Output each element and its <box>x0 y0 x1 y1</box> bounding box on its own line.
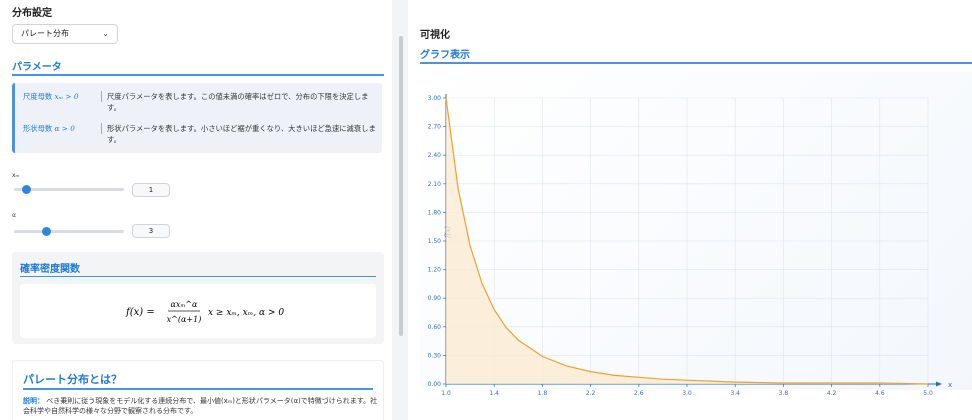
pdf-formula: f(x) = αxₘ^α x^(α+1) x ≥ xₘ, xₘ, α > 0 <box>125 300 284 324</box>
x-tick-label: 5.0 <box>923 390 933 397</box>
x-axis-label: x <box>948 381 952 389</box>
section-title-settings: 分布設定 <box>12 8 52 19</box>
x-tick-label: 3.0 <box>682 390 692 397</box>
about-card: パレート分布とは？ 説明： べき乗則に従う現象をモデル化する連続分布で、最小値(… <box>12 360 384 420</box>
x-tick-label: 3.4 <box>730 390 740 397</box>
formula-numerator: αxₘ^α <box>171 300 199 309</box>
x-tick-label: 1.4 <box>489 390 499 397</box>
about-desc-label: 説明： <box>23 397 44 405</box>
input-xm[interactable]: 1 <box>132 183 170 197</box>
y-tick-label: 2.10 <box>428 181 442 188</box>
param-math-shape: α > 0 <box>54 124 75 133</box>
visualization-panel: 可視化 グラフ表示 1.0 1.4 1.8 2.2 2.6 3.0 3.4 3.8 4.2 4.6… <box>408 0 972 420</box>
x-tick-label: 4.6 <box>875 390 885 397</box>
slider-label-xm: xₘ <box>12 172 20 179</box>
formula-condition: x ≥ xₘ, xₘ, α > 0 <box>208 308 284 318</box>
settings-panel: 分布設定 パレート分布 ⌄ パラメータ 尺度母数 xₘ > 0 尺度パラメータを… <box>0 0 392 420</box>
x-tick-label: 2.6 <box>634 390 644 397</box>
slider-alpha[interactable] <box>14 227 124 236</box>
slider-thumb-alpha[interactable] <box>42 227 51 236</box>
y-tick-label: 0.30 <box>428 352 442 359</box>
formula-lhs: f(x) = <box>125 307 155 318</box>
about-desc-text: べき乗則に従う現象をモデル化する連続分布で、最小値(xₘ)と形状パラメータ(α)… <box>23 397 378 415</box>
param-desc-shape: 形状パラメータを表します。小さいほど裾が重くなり、大きいほど急速に減衰します。 <box>107 124 376 144</box>
slider-label-alpha: α <box>12 212 16 219</box>
about-divider <box>23 388 373 390</box>
y-tick-label: 0.00 <box>428 381 442 388</box>
params-heading: パラメータ <box>12 62 62 73</box>
distribution-select-value: パレート分布 <box>21 29 69 38</box>
slider-thumb-xm[interactable] <box>22 185 31 194</box>
param-math-scale: xₘ > 0 <box>54 92 79 101</box>
params-divider <box>12 74 384 76</box>
pdf-chart: 1.0 1.4 1.8 2.2 2.6 3.0 3.4 3.8 4.2 4.6 5.0 0.00 0.3… <box>428 94 952 397</box>
y-tick-label: 1.80 <box>428 209 442 216</box>
x-tick-label: 1.0 <box>441 390 451 397</box>
y-tick-label: 0.90 <box>428 295 442 302</box>
y-tick-label: 2.40 <box>428 152 442 159</box>
formula-denominator: x^(α+1) <box>167 315 202 324</box>
distribution-select[interactable]: パレート分布 ⌄ <box>12 24 118 44</box>
pdf-heading: 確率密度関数 <box>20 264 80 275</box>
pdf-card: 確率密度関数 f(x) = αxₘ^α x^(α+1) x ≥ xₘ, xₘ, … <box>12 252 384 344</box>
y-tick-label: 2.70 <box>428 124 442 131</box>
y-tick-label: 3.00 <box>428 95 442 102</box>
y-tick-label: 1.50 <box>428 238 442 245</box>
x-tick-label: 3.8 <box>779 390 789 397</box>
param-desc-scale: 尺度パラメータを表します。この値未満の確率はゼロで、分布の下限を決定します。 <box>107 92 369 112</box>
chevron-down-icon: ⌄ <box>102 29 109 38</box>
x-tick-label: 4.2 <box>827 390 837 397</box>
pdf-formula-box: f(x) = αxₘ^α x^(α+1) x ≥ xₘ, xₘ, α > 0 <box>20 284 376 338</box>
x-tick-label: 1.8 <box>538 390 548 397</box>
y-tick-label: 0.60 <box>428 324 442 331</box>
about-heading: パレート分布とは？ <box>23 373 122 386</box>
about-description: 説明： べき乗則に従う現象をモデル化する連続分布で、最小値(xₘ)と形状パラメー… <box>23 396 379 416</box>
param-label-shape: 形状母数 <box>23 124 53 133</box>
y-tick-label: 1.20 <box>428 267 442 274</box>
param-label-scale: 尺度母数 <box>23 92 53 101</box>
input-alpha[interactable]: 3 <box>132 224 170 238</box>
x-axis-arrow <box>936 381 942 387</box>
pdf-divider <box>20 276 376 277</box>
slider-xm[interactable] <box>14 185 124 194</box>
x-tick-label: 2.2 <box>586 390 596 397</box>
param-info-box: 尺度母数 xₘ > 0 尺度パラメータを表します。この値未満の確率はゼロで、分布… <box>12 83 382 153</box>
left-scrollbar[interactable] <box>399 36 403 336</box>
